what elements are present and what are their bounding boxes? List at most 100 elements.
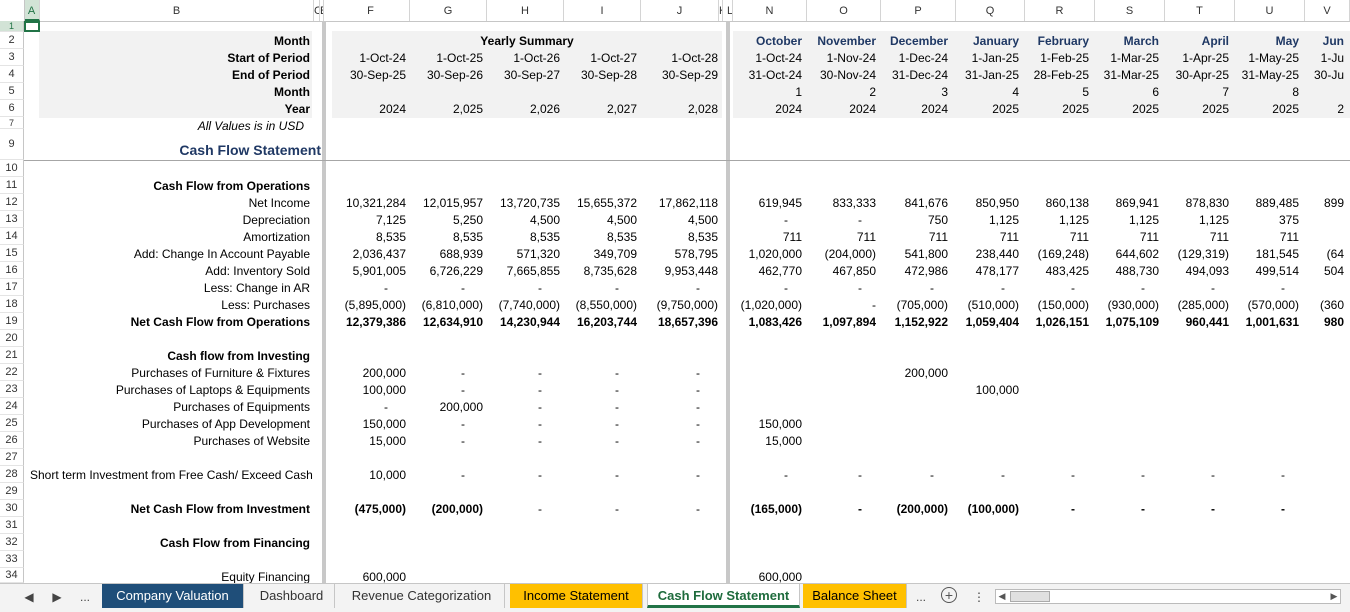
monthly-ncfo-cell[interactable]: 980 — [1254, 314, 1344, 331]
row-header[interactable]: 7 — [0, 117, 24, 129]
monthly-month-cell[interactable] — [1254, 84, 1344, 101]
horizontal-scrollbar[interactable]: ◀ ▶ — [995, 589, 1341, 604]
label-month-number[interactable]: Month — [30, 84, 310, 101]
yearly-amortization-cell[interactable]: 8,535 — [547, 229, 637, 246]
row-header[interactable]: 20 — [0, 330, 24, 347]
month-header[interactable]: November — [801, 33, 876, 50]
label-change-account-payable[interactable]: Add: Change In Account Payable — [30, 246, 310, 263]
monthly-equip-cell[interactable] — [1254, 399, 1344, 416]
column-header[interactable]: K — [719, 0, 723, 21]
row-header[interactable]: 22 — [0, 364, 24, 381]
month-header[interactable]: March — [1084, 33, 1159, 50]
row-header[interactable]: 1 — [0, 21, 24, 32]
month-header[interactable]: October — [727, 33, 802, 50]
column-header[interactable]: V — [1305, 0, 1350, 21]
yearly-amortization-cell[interactable]: 8,535 — [628, 229, 718, 246]
row-header[interactable]: 16 — [0, 262, 24, 279]
row-header[interactable]: 21 — [0, 347, 24, 364]
yearly-ap-cell[interactable]: 349,709 — [547, 246, 637, 263]
sheet-tab-bar[interactable]: ◀ ▶ ... Company Valuation Dashboard Reve… — [0, 583, 1350, 612]
row-header[interactable]: 34 — [0, 568, 24, 583]
yearly-purch-cell[interactable]: (8,550,000) — [547, 297, 637, 314]
row-header[interactable]: 26 — [0, 432, 24, 449]
yearly-furn-cell[interactable]: - — [529, 365, 619, 382]
select-all-corner[interactable] — [0, 0, 25, 21]
yearly-year-cell[interactable]: 2,027 — [547, 101, 637, 118]
row-header[interactable]: 3 — [0, 49, 24, 66]
monthly-year-cell[interactable]: 2 — [1254, 101, 1344, 118]
label-start-of-period[interactable]: Start of Period — [30, 50, 310, 67]
label-net-cash-operations[interactable]: Net Cash Flow from Operations — [30, 314, 310, 331]
yearly-purch-cell[interactable]: (9,750,000) — [628, 297, 718, 314]
row-header[interactable]: 24 — [0, 398, 24, 415]
column-header[interactable]: Q — [956, 0, 1025, 21]
active-cell[interactable] — [24, 21, 40, 32]
more-tabs-right[interactable]: ... — [912, 587, 930, 607]
label-month[interactable]: Month — [30, 33, 310, 50]
monthly-net-income-cell[interactable]: 899 — [1254, 195, 1344, 212]
row-header[interactable]: 9 — [0, 129, 24, 160]
add-sheet-icon[interactable]: + — [941, 587, 957, 603]
scroll-left-arrow-icon[interactable]: ◀ — [996, 590, 1008, 603]
yearly-equip-cell[interactable]: - — [298, 399, 388, 416]
split-handle-icon[interactable]: ⋮ — [970, 587, 988, 607]
label-cash-flow-operations[interactable]: Cash Flow from Operations — [30, 178, 310, 195]
yearly-ncfo-cell[interactable]: 18,657,396 — [628, 314, 718, 331]
label-short-term-investment[interactable]: Short term Investment from Free Cash/ Ex… — [30, 467, 313, 484]
row-header[interactable]: 6 — [0, 100, 24, 117]
column-headers[interactable]: ABCEFGHIJKLNOPQRSTUV — [0, 0, 1350, 22]
column-header[interactable]: H — [487, 0, 564, 21]
row-header[interactable]: 2 — [0, 32, 24, 49]
yearly-end-cell[interactable]: 30-Sep-28 — [547, 67, 637, 84]
yearly-laptops-cell[interactable]: - — [610, 382, 700, 399]
label-cash-flow-financing[interactable]: Cash Flow from Financing — [30, 535, 310, 552]
spreadsheet-grid[interactable]: ABCEFGHIJKLNOPQRSTUV 1234567910111213141… — [0, 0, 1350, 583]
column-header[interactable]: R — [1025, 0, 1095, 21]
row-header[interactable]: 23 — [0, 381, 24, 398]
column-header[interactable]: J — [641, 0, 719, 21]
label-net-cash-investment[interactable]: Net Cash Flow from Investment — [30, 501, 310, 518]
yearly-end-cell[interactable]: 30-Sep-29 — [628, 67, 718, 84]
label-equipments[interactable]: Purchases of Equipments — [30, 399, 310, 416]
tab-scroll-right-icon[interactable]: ▶ — [48, 587, 66, 607]
row-header[interactable]: 15 — [0, 245, 24, 262]
label-depreciation[interactable]: Depreciation — [30, 212, 310, 229]
month-header[interactable]: April — [1154, 33, 1229, 50]
row-header[interactable]: 29 — [0, 483, 24, 500]
yearly-depreciation-cell[interactable]: 4,500 — [547, 212, 637, 229]
row-header[interactable]: 14 — [0, 228, 24, 245]
label-year[interactable]: Year — [30, 101, 310, 118]
scroll-right-arrow-icon[interactable]: ▶ — [1328, 590, 1340, 603]
monthly-inv-cell[interactable]: 504 — [1254, 263, 1344, 280]
label-change-ar[interactable]: Less: Change in AR — [30, 280, 310, 297]
month-header[interactable]: Jun — [1269, 33, 1344, 50]
yearly-app-cell[interactable]: - — [529, 416, 619, 433]
tab-income-statement[interactable]: Income Statement — [510, 584, 643, 608]
yearly-ar-cell[interactable]: - — [529, 280, 619, 297]
yearly-ar-cell[interactable]: - — [610, 280, 700, 297]
column-header[interactable]: O — [807, 0, 881, 21]
yearly-start-cell[interactable]: 1-Oct-28 — [628, 50, 718, 67]
row-header[interactable]: 4 — [0, 66, 24, 83]
column-header[interactable]: B — [40, 0, 314, 21]
label-inventory-sold[interactable]: Add: Inventory Sold — [30, 263, 310, 280]
yearly-equity-cell[interactable] — [547, 569, 637, 583]
yearly-inv-cell[interactable]: 9,953,448 — [628, 263, 718, 280]
monthly-depreciation-cell[interactable] — [1254, 212, 1344, 229]
tab-balance-sheet[interactable]: Balance Sheet — [803, 584, 907, 608]
column-header[interactable]: F — [332, 0, 410, 21]
monthly-sti-cell[interactable] — [1254, 467, 1344, 484]
row-header[interactable]: 18 — [0, 296, 24, 313]
yearly-ap-cell[interactable]: 578,795 — [628, 246, 718, 263]
yearly-equip-cell[interactable]: - — [610, 399, 700, 416]
month-header[interactable]: January — [944, 33, 1019, 50]
monthly-ar-cell[interactable] — [1254, 280, 1344, 297]
row-header[interactable]: 32 — [0, 534, 24, 551]
yearly-ncfo-cell[interactable]: 16,203,744 — [547, 314, 637, 331]
yearly-year-cell[interactable]: 2,028 — [628, 101, 718, 118]
yearly-equity-cell[interactable] — [628, 569, 718, 583]
row-header[interactable]: 25 — [0, 415, 24, 432]
column-header[interactable]: U — [1235, 0, 1305, 21]
yearly-furn-cell[interactable]: - — [610, 365, 700, 382]
label-end-of-period[interactable]: End of Period — [30, 67, 310, 84]
